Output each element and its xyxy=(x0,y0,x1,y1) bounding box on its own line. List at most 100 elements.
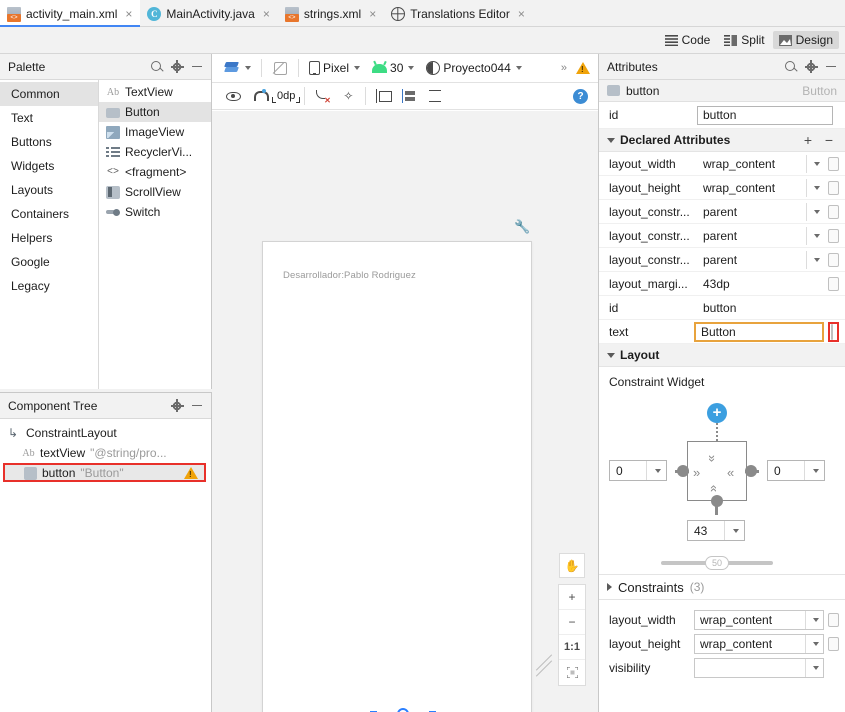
pan-tool-button[interactable]: ✋ xyxy=(559,553,585,578)
constraints-section-header[interactable]: Constraints (3) xyxy=(599,574,845,600)
chevron-down-icon[interactable] xyxy=(804,461,824,480)
right-constraint-dot[interactable] xyxy=(745,465,757,477)
attribute-value[interactable]: button xyxy=(694,298,824,318)
tree-node-constraintlayout[interactable]: ↳ ConstraintLayout xyxy=(0,423,211,443)
chevron-down-icon[interactable] xyxy=(806,154,824,173)
id-input[interactable]: button xyxy=(697,105,833,125)
minimize-icon[interactable] xyxy=(189,59,205,75)
help-icon[interactable]: ? xyxy=(573,88,588,104)
pick-resource-button[interactable] xyxy=(828,204,839,219)
pick-resource-button[interactable] xyxy=(828,180,839,195)
canvas-resize-grip[interactable] xyxy=(534,656,554,676)
pick-resource-button[interactable] xyxy=(828,613,839,627)
mode-code-button[interactable]: Code xyxy=(659,31,717,49)
api-level-selector[interactable]: 30 xyxy=(366,57,420,79)
baseline-button[interactable] xyxy=(422,85,448,107)
attribute-value[interactable]: parent xyxy=(694,202,824,222)
zoom-to-fit-button[interactable] xyxy=(559,660,585,685)
palette-item-fragment[interactable]: <> <fragment> xyxy=(99,162,211,182)
chevron-down-icon[interactable] xyxy=(805,611,823,629)
left-constraint-dot[interactable] xyxy=(677,465,689,477)
vertical-bias-slider[interactable]: 50 xyxy=(661,556,773,570)
slider-knob[interactable]: 50 xyxy=(705,556,729,570)
wrench-icon[interactable]: 🔧 xyxy=(514,219,530,235)
chevron-down-icon[interactable] xyxy=(805,635,823,653)
warning-icon[interactable] xyxy=(576,62,590,74)
zoom-out-button[interactable]: − xyxy=(559,610,585,635)
device-preview-frame[interactable]: Desarrollador:Pablo Rodriguez BUTTON xyxy=(262,241,532,712)
palette-category-containers[interactable]: Containers xyxy=(0,202,98,226)
palette-category-text[interactable]: Text xyxy=(0,106,98,130)
attribute-value[interactable]: parent xyxy=(694,226,824,246)
declared-attributes-section-header[interactable]: Declared Attributes + − xyxy=(599,129,845,152)
right-margin-field[interactable]: 0 xyxy=(767,460,825,481)
tab-close-icon[interactable]: × xyxy=(518,8,525,20)
chevron-down-icon[interactable] xyxy=(806,226,824,245)
pick-resource-button[interactable] xyxy=(828,228,839,243)
gear-icon[interactable] xyxy=(169,397,185,414)
autoconnect-toggle-button[interactable] xyxy=(246,85,272,107)
pick-resource-button-highlighted[interactable] xyxy=(828,321,839,342)
attribute-value[interactable]: wrap_content xyxy=(694,178,824,198)
remove-attribute-button[interactable]: − xyxy=(821,132,837,148)
pick-resource-button[interactable] xyxy=(828,252,839,267)
tab-close-icon[interactable]: × xyxy=(125,8,132,20)
palette-item-button[interactable]: Button xyxy=(99,102,211,122)
actual-size-button[interactable]: 1:1 xyxy=(559,635,585,660)
zoom-in-button[interactable]: + xyxy=(559,585,585,610)
palette-item-recyclerview[interactable]: RecyclerVi... xyxy=(99,142,211,162)
palette-category-legacy[interactable]: Legacy xyxy=(0,274,98,298)
tab-mainactivity-java[interactable]: C MainActivity.java × xyxy=(140,0,278,27)
attribute-value[interactable]: wrap_content xyxy=(694,154,824,174)
palette-category-layouts[interactable]: Layouts xyxy=(0,178,98,202)
pick-resource-button[interactable] xyxy=(828,276,839,291)
tab-strings-xml[interactable]: strings.xml × xyxy=(278,0,384,27)
palette-item-switch[interactable]: Switch xyxy=(99,202,211,222)
layout-section-header[interactable]: Layout xyxy=(599,344,845,367)
tab-activity-main-xml[interactable]: activity_main.xml × xyxy=(0,0,141,27)
theme-selector[interactable]: Proyecto044 xyxy=(420,57,527,79)
chevron-down-icon[interactable] xyxy=(806,178,824,197)
text-attribute-input[interactable]: Button xyxy=(694,321,824,342)
palette-item-imageview[interactable]: ImageView xyxy=(99,122,211,142)
palette-item-textview[interactable]: Ab TextView xyxy=(99,82,211,102)
bottom-constraint-dot[interactable] xyxy=(711,495,723,507)
palette-category-buttons[interactable]: Buttons xyxy=(0,130,98,154)
chevron-down-icon[interactable] xyxy=(805,659,823,677)
palette-item-scrollview[interactable]: ScrollView xyxy=(99,182,211,202)
constraint-widget[interactable]: + » » » « 0 0 43 50 xyxy=(599,389,845,574)
add-constraint-icon[interactable]: + xyxy=(707,403,727,423)
preview-textview[interactable]: Desarrollador:Pablo Rodriguez xyxy=(283,270,416,281)
attribute-value[interactable]: 43dp xyxy=(694,274,824,294)
pick-resource-button[interactable] xyxy=(828,156,839,171)
blueprint-toggle-button[interactable] xyxy=(266,57,294,79)
design-canvas[interactable]: 🔧 Desarrollador:Pablo Rodriguez BUTTON xyxy=(212,111,598,712)
palette-category-helpers[interactable]: Helpers xyxy=(0,226,98,250)
attribute-value[interactable]: wrap_content xyxy=(694,610,824,630)
left-margin-field[interactable]: 0 xyxy=(609,460,667,481)
gear-icon[interactable] xyxy=(169,58,185,75)
align-button[interactable] xyxy=(396,85,422,107)
chevron-down-icon[interactable] xyxy=(806,202,824,221)
mode-split-button[interactable]: Split xyxy=(718,31,770,49)
bottom-margin-field[interactable]: 43 xyxy=(687,520,745,541)
design-surface-mode-button[interactable] xyxy=(218,57,257,79)
view-options-button[interactable] xyxy=(220,85,246,107)
palette-category-google[interactable]: Google xyxy=(0,250,98,274)
chevron-down-icon[interactable] xyxy=(806,250,824,269)
clear-constraints-button[interactable] xyxy=(309,85,335,107)
gear-icon[interactable] xyxy=(803,58,819,75)
search-icon[interactable] xyxy=(149,59,165,75)
minimize-icon[interactable] xyxy=(189,398,205,414)
infer-constraints-button[interactable]: ✧ xyxy=(335,85,361,107)
tab-translations-editor[interactable]: Translations Editor × xyxy=(384,0,533,27)
palette-category-widgets[interactable]: Widgets xyxy=(0,154,98,178)
attribute-value[interactable] xyxy=(694,658,824,678)
search-icon[interactable] xyxy=(783,59,799,75)
palette-category-common[interactable]: Common xyxy=(0,82,98,106)
device-selector[interactable]: Pixel xyxy=(303,57,366,79)
chevron-down-icon[interactable] xyxy=(646,461,666,480)
pick-resource-button[interactable] xyxy=(828,637,839,651)
tree-node-button[interactable]: button "Button" xyxy=(3,463,206,482)
attribute-value[interactable]: wrap_content xyxy=(694,634,824,654)
